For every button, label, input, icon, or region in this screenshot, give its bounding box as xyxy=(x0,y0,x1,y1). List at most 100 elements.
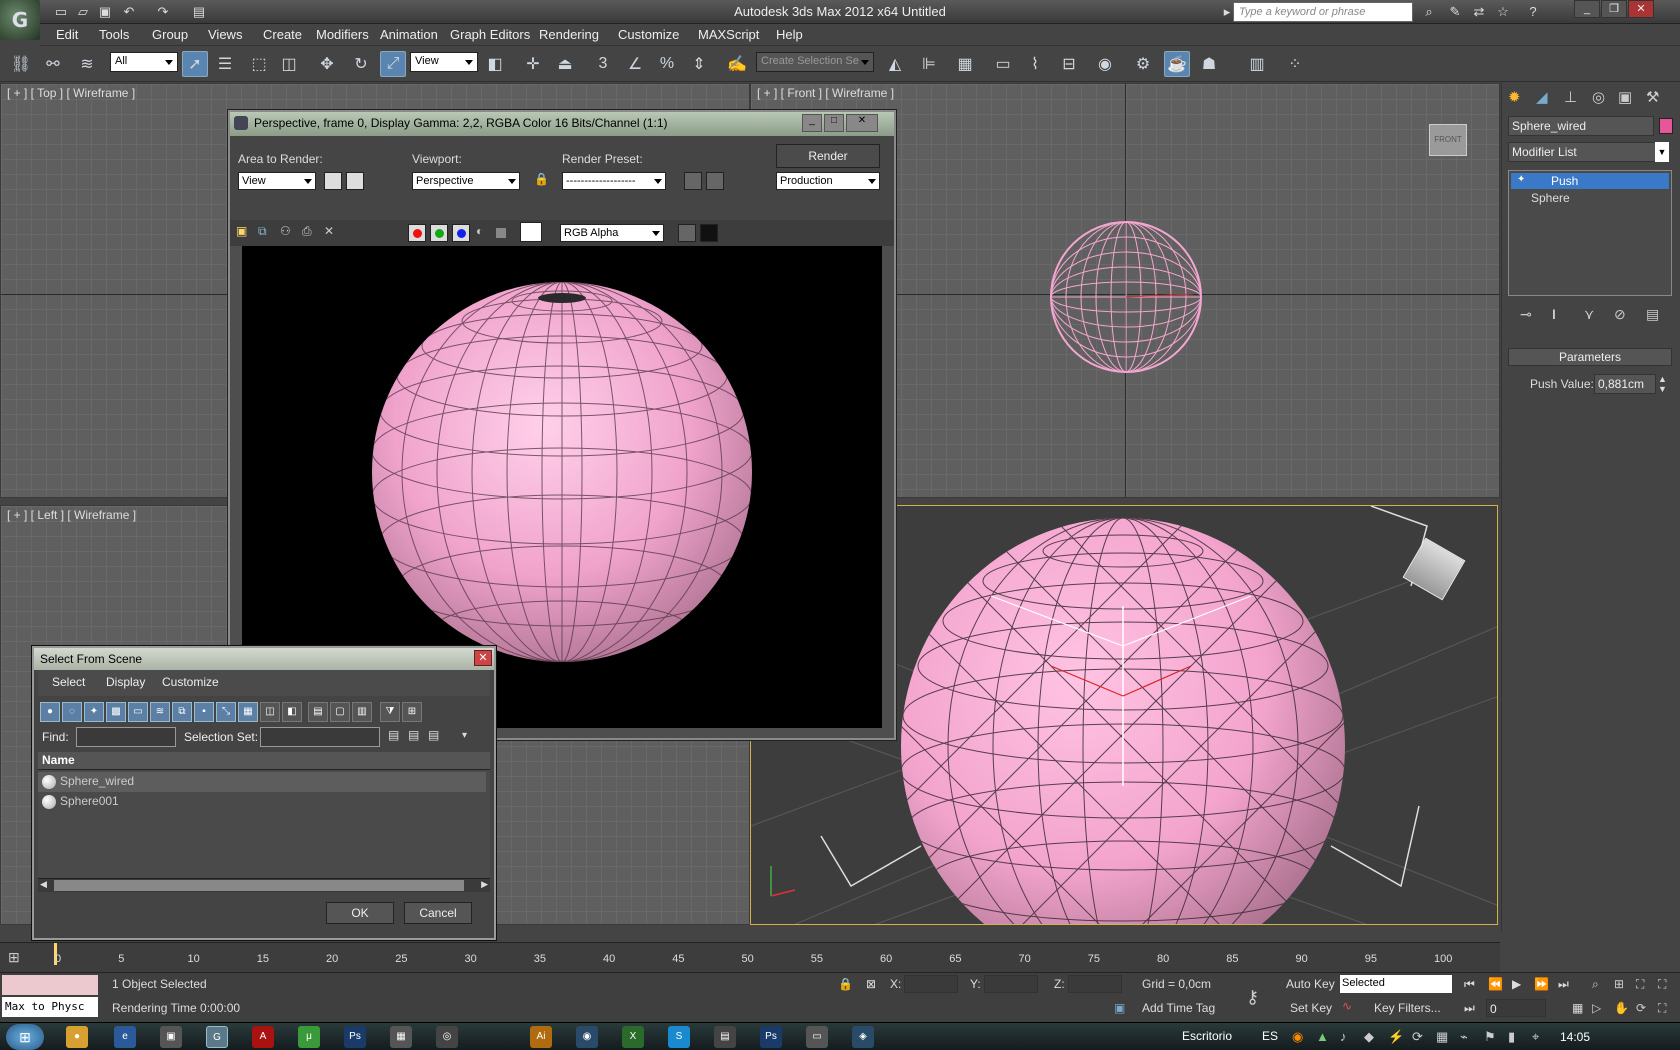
edit-region-icon[interactable] xyxy=(324,172,342,190)
undo-icon[interactable]: ↶ xyxy=(120,3,138,21)
previous-frame-icon[interactable]: ⏪ xyxy=(1488,977,1503,991)
favorites-star-icon[interactable]: ☆ xyxy=(1494,3,1512,21)
tray-flag-icon[interactable]: ⚑ xyxy=(1484,1029,1496,1045)
timeline-ruler[interactable]: 0 5 10 15 20 25 30 35 40 45 50 55 60 65 70 75 80 85 90 95 10… xyxy=(55,953,1452,971)
3ds-max-task-icon[interactable]: G xyxy=(206,1026,228,1048)
photoshop-2-icon[interactable]: Ps xyxy=(760,1026,782,1048)
selection-set-dropdown[interactable] xyxy=(260,727,380,747)
remove-from-set-icon[interactable]: ▤ xyxy=(428,728,439,742)
display-shapes-icon[interactable]: ◌ xyxy=(62,702,82,722)
reference-coordinate-dropdown[interactable]: View xyxy=(410,52,478,72)
excel-icon[interactable]: X xyxy=(622,1026,644,1048)
render-preset-dropdown[interactable]: ------------------- xyxy=(562,172,666,190)
monitor-icon[interactable]: ▭ xyxy=(806,1026,828,1048)
maximize-viewport-icon[interactable]: ⛶ xyxy=(1658,1001,1666,1016)
select-manipulate-icon[interactable]: ✛ xyxy=(520,51,546,77)
tray-drop-icon[interactable]: ◆ xyxy=(1364,1029,1374,1045)
configure-modifier-sets-icon[interactable]: ▤ xyxy=(1646,306,1659,323)
viewport-left-label[interactable]: [ + ] [ Left ] [ Wireframe ] xyxy=(7,508,136,522)
cancel-button[interactable]: Cancel xyxy=(404,902,472,924)
dictionary-icon[interactable]: ▤ xyxy=(714,1026,736,1048)
tray-network-icon[interactable]: ▲ xyxy=(1316,1029,1329,1044)
red-channel-icon[interactable] xyxy=(408,224,426,242)
explorer-icon[interactable]: e xyxy=(114,1026,136,1048)
menu-views[interactable]: Views xyxy=(208,27,242,42)
viewport-front-label[interactable]: [ + ] [ Front ] [ Wireframe ] xyxy=(757,86,894,100)
go-to-end-icon[interactable]: ⏭ xyxy=(1558,977,1569,992)
object-name-field[interactable]: Sphere_wired xyxy=(1508,116,1654,136)
dlg-menu-display[interactable]: Display xyxy=(106,675,145,689)
maxscript-mini-listener[interactable]: Max to Physc xyxy=(2,997,98,1017)
mini-curve-editor-icon[interactable]: ⊞ xyxy=(8,949,20,966)
named-selection-dropdown[interactable]: Create Selection Se xyxy=(756,52,874,72)
tray-volume-icon[interactable]: ♪ xyxy=(1340,1029,1347,1044)
zoom-extents-icon[interactable]: ⛶ xyxy=(1636,977,1644,992)
x-coordinate-input[interactable] xyxy=(904,975,958,993)
tray-mouse-icon[interactable]: ⌖ xyxy=(1532,1029,1539,1045)
schematic-view-icon[interactable]: ⊟ xyxy=(1056,51,1082,77)
keyboard-shortcut-toggle-icon[interactable]: ⏏ xyxy=(552,51,578,77)
push-value-input[interactable]: 0,881cm xyxy=(1594,374,1656,394)
display-containers-icon[interactable]: ▦ xyxy=(238,702,258,722)
new-file-icon[interactable]: ▭ xyxy=(52,3,70,21)
render-button[interactable]: Render xyxy=(776,144,880,168)
material-editor-icon[interactable]: ◉ xyxy=(1092,51,1118,77)
display-xrefs-icon[interactable]: ▪ xyxy=(194,702,214,722)
horizontal-scrollbar[interactable]: ◀ ▶ xyxy=(38,878,490,892)
close-icon[interactable]: ✕ xyxy=(1628,0,1654,18)
windows-media-icon[interactable]: ▣ xyxy=(160,1026,182,1048)
object-color-swatch[interactable] xyxy=(1659,118,1673,134)
create-tab-icon[interactable]: ✹ xyxy=(1508,88,1521,106)
select-object-icon[interactable]: ➚ xyxy=(182,51,208,77)
display-lights-icon[interactable]: ✦ xyxy=(84,702,104,722)
monochrome-icon[interactable] xyxy=(496,228,506,238)
absolute-mode-icon[interactable]: ⊠ xyxy=(866,977,876,991)
filter-options-icon[interactable]: ⊞ xyxy=(402,702,422,722)
set-key-icon[interactable]: ⚷ xyxy=(1246,987,1259,1008)
menu-help[interactable]: Help xyxy=(776,27,803,42)
menu-graph-editors[interactable]: Graph Editors xyxy=(450,27,530,42)
render-close-icon[interactable]: ✕ xyxy=(846,114,878,132)
add-time-tag[interactable]: Add Time Tag xyxy=(1142,1001,1215,1015)
particle-tool-icon[interactable]: ⁘ xyxy=(1282,51,1308,77)
next-frame-icon[interactable]: ⏩ xyxy=(1534,977,1549,991)
percent-snap-icon[interactable]: % xyxy=(654,51,680,77)
add-to-set-icon[interactable]: ▤ xyxy=(408,728,419,742)
rendered-frame-window-icon[interactable]: ☕ xyxy=(1164,51,1190,77)
green-channel-icon[interactable] xyxy=(430,224,448,242)
toggle-ui-icon[interactable] xyxy=(700,224,718,242)
rectangular-selection-icon[interactable]: ⬚ xyxy=(246,51,272,77)
redo-icon[interactable]: ↷ xyxy=(154,3,172,21)
display-geometry-icon[interactable]: ● xyxy=(40,702,60,722)
current-frame-input[interactable]: 0 xyxy=(1486,999,1546,1017)
open-file-icon[interactable]: ▱ xyxy=(74,3,92,21)
menu-maxscript[interactable]: MAXScript xyxy=(698,27,759,42)
remote-icon[interactable]: ◈ xyxy=(852,1026,874,1048)
maxscript-listener-pink[interactable] xyxy=(2,975,98,995)
motion-tab-icon[interactable]: ◎ xyxy=(1592,88,1605,106)
graphite-ribbon-icon[interactable]: ▭ xyxy=(990,51,1016,77)
display-all-icon[interactable]: ▤ xyxy=(308,702,328,722)
display-groups-icon[interactable]: ⧉ xyxy=(172,702,192,722)
maximize-icon[interactable]: ❐ xyxy=(1601,0,1627,18)
modifier-list-arrow-icon[interactable]: ▼ xyxy=(1655,142,1669,162)
chrome-icon[interactable]: ● xyxy=(66,1026,88,1048)
project-folder-icon[interactable]: ▤ xyxy=(190,3,208,21)
display-channel-dropdown[interactable]: RGB Alpha xyxy=(560,224,664,242)
clear-image-icon[interactable]: ✕ xyxy=(324,224,334,238)
lock-viewport-icon[interactable]: 🔒 xyxy=(534,172,549,190)
find-input[interactable] xyxy=(76,727,176,747)
mirror-icon[interactable]: ◭ xyxy=(882,51,908,77)
spinner-snap-icon[interactable]: ⇕ xyxy=(686,51,712,77)
blue-channel-icon[interactable] xyxy=(452,224,470,242)
production-mode-dropdown[interactable]: Production xyxy=(776,172,880,190)
select-by-name-icon[interactable]: ☰ xyxy=(212,51,238,77)
go-to-start-icon[interactable]: ⏮ xyxy=(1464,977,1475,992)
window-crossing-icon[interactable]: ◫ xyxy=(276,51,302,77)
y-coordinate-input[interactable] xyxy=(984,975,1038,993)
display-hidden-icon[interactable]: ◧ xyxy=(282,702,302,722)
swatch-icon[interactable] xyxy=(520,222,542,242)
render-production-icon[interactable]: ☗ xyxy=(1196,51,1222,77)
display-cameras-icon[interactable]: ▩ xyxy=(106,702,126,722)
scroll-thumb[interactable] xyxy=(54,880,464,891)
